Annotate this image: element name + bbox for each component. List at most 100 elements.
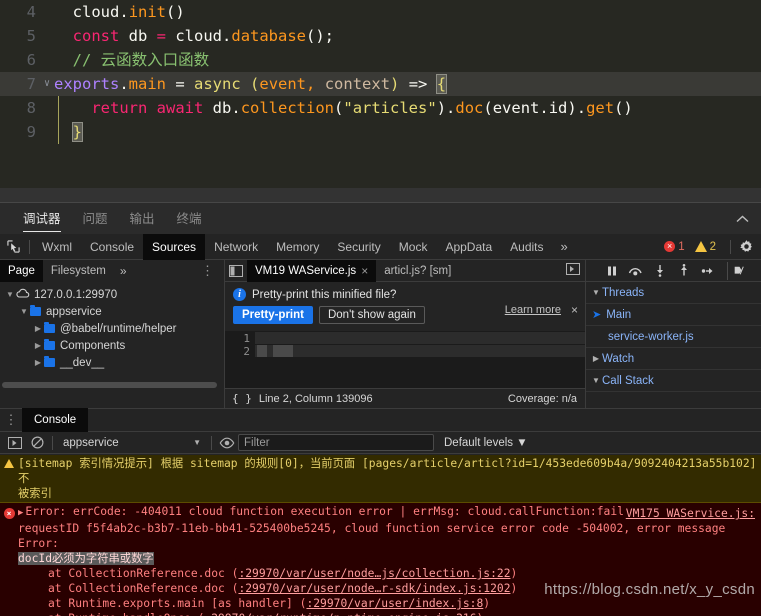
code-line[interactable]: 8 return await db.collection("articles")… [0, 96, 761, 120]
debugger-thread-main[interactable]: ➤ Main [586, 304, 761, 326]
navigator-menu-icon[interactable]: ⋮ [201, 264, 214, 277]
debugger-sections: ▼ Threads ➤ Main service-worker.js ▶ Watch ▼ Cal… [586, 282, 761, 392]
panel-tab-[interactable]: 输出 [119, 203, 166, 235]
chevron-down-icon[interactable]: ▼ [4, 290, 16, 299]
tab-label: articl.js? [sm] [384, 264, 452, 277]
step-out-icon[interactable] [675, 262, 693, 280]
devtools-tab-appdata[interactable]: AppData [436, 234, 501, 260]
step-over-icon[interactable] [627, 262, 645, 280]
code-line[interactable]: 4 cloud.init() [0, 0, 761, 24]
stack-frame-link[interactable]: :29970/var/user/index.js:8 [306, 597, 483, 610]
stack-frame-suffix: ) [483, 597, 491, 610]
minified-source-content[interactable]: 1 2 [225, 331, 585, 361]
line-number: 9 [26, 123, 36, 141]
tree-item[interactable]: ▼ appservice [0, 303, 224, 320]
code-token: await [156, 99, 204, 117]
file-tree[interactable]: ▼ 127.0.0.1:29970 ▼ appservice ▶ @babel/runti… [0, 282, 224, 371]
console-levels-select[interactable]: Default levels ▼ [444, 437, 528, 449]
pretty-print-button[interactable]: Pretty-print [233, 306, 313, 324]
devtools-tab-sources[interactable]: Sources [143, 233, 206, 260]
navigator-tab-filesystem[interactable]: Filesystem [43, 260, 114, 282]
fold-icon[interactable]: ∨ [40, 72, 54, 96]
label: Threads [602, 286, 645, 299]
source-tabs-overflow-icon[interactable] [566, 263, 585, 278]
sources-navigator: Page Filesystem » ⋮ ▼ 127.0.0.1:29970 ▼ apps… [0, 260, 225, 408]
step-into-icon[interactable] [651, 262, 669, 280]
source-tab-articl-js-sm[interactable]: articl.js? [sm] [376, 260, 459, 282]
source-code-lines [255, 331, 585, 361]
console-context-select[interactable]: appservice ▼ [57, 437, 207, 449]
line-number: 5 [26, 27, 36, 45]
clear-console-icon[interactable] [26, 433, 48, 453]
devtools-tab-audits[interactable]: Audits [501, 234, 552, 260]
panel-tab-[interactable]: 调试器 [12, 203, 72, 235]
chevron-right-icon[interactable]: ▶ [32, 358, 44, 367]
stack-frame-link[interactable]: :29970/var/runtime/n…ntime.engine.js:216 [204, 612, 476, 616]
expand-arrow-icon[interactable]: ▶ [18, 508, 23, 518]
chevron-down-icon[interactable]: ▼ [590, 376, 602, 385]
console-filter-input[interactable] [238, 434, 434, 451]
debugger-section-watch[interactable]: ▶ Watch [586, 348, 761, 370]
navigator-tab-page[interactable]: Page [0, 260, 43, 282]
chevron-right-icon[interactable]: ▶ [32, 341, 44, 350]
panel-tab-[interactable]: 问题 [72, 203, 119, 235]
format-icon[interactable]: { } [225, 392, 259, 405]
tab-label: Filesystem [50, 265, 106, 277]
stack-frame-link[interactable]: :29970/var/user/node…js/collection.js:22 [238, 567, 510, 580]
navigator-scrollbar[interactable] [0, 381, 224, 389]
gutter-line-2: 2 [243, 345, 250, 358]
step-icon[interactable] [699, 262, 717, 280]
learn-more-link[interactable]: Learn more [505, 304, 561, 316]
console-messages[interactable]: [sitemap 索引情况提示] 根据 sitemap 的规则[0]，当前页面 … [0, 455, 761, 616]
tree-item[interactable]: ▶ @babel/runtime/helper [0, 320, 224, 337]
error-badge[interactable]: × 1 2 [664, 241, 716, 253]
pause-icon[interactable] [603, 262, 621, 280]
code-editor[interactable]: 4 cloud.init() 5 const db = cloud.databas… [0, 0, 761, 188]
stack-frame-link[interactable]: :29970/var/user/node…r-sdk/index.js:1202 [238, 582, 510, 595]
drawer-menu-icon[interactable]: ⋮ [0, 413, 22, 426]
code-line[interactable]: 5 const db = cloud.database(); [0, 24, 761, 48]
close-icon[interactable]: × [571, 303, 578, 317]
code-line[interactable]: 7 ∨ exports.main = async (event, context) … [0, 72, 761, 96]
chevron-right-icon[interactable]: ▶ [32, 324, 44, 333]
code-line[interactable]: 6 // 云函数入口函数 [0, 48, 761, 72]
chevron-down-icon[interactable]: ▼ [590, 288, 602, 297]
devtools-more-tabs[interactable]: » [553, 239, 576, 254]
tab-label: Sources [152, 239, 197, 254]
panel-collapse-icon[interactable] [736, 212, 749, 225]
live-expression-icon[interactable] [216, 433, 238, 453]
tree-item[interactable]: ▶ __dev__ [0, 354, 224, 371]
code-line[interactable]: 9 } [0, 120, 761, 144]
debugger-section-call-stack[interactable]: ▼ Call Stack [586, 370, 761, 392]
tree-item[interactable]: ▶ Components [0, 337, 224, 354]
devtools-tab-network[interactable]: Network [205, 234, 267, 260]
error-source-link[interactable]: VM175 WAService.js: [626, 506, 755, 521]
deactivate-breakpoints-icon[interactable] [726, 261, 745, 280]
devtools-tab-wxml[interactable]: Wxml [33, 234, 81, 260]
tree-item[interactable]: ▼ 127.0.0.1:29970 [0, 286, 224, 303]
dont-show-again-button[interactable]: Don't show again [318, 306, 425, 324]
debugger-section-threads[interactable]: ▼ Threads [586, 282, 761, 304]
warning-count: 2 [709, 240, 716, 253]
code-text: const db = cloud.database(); [54, 24, 334, 48]
devtools-tab-mock[interactable]: Mock [390, 234, 437, 260]
gear-icon[interactable] [739, 239, 755, 255]
chevron-down-icon[interactable]: ▼ [18, 307, 30, 316]
close-icon[interactable]: × [361, 260, 368, 282]
chevron-right-icon[interactable]: ▶ [590, 354, 602, 363]
debugger-thread-service-worker-js[interactable]: service-worker.js [586, 326, 761, 348]
console-error-message[interactable]: × ▶ Error: errCode: -404011 cloud functio… [0, 503, 761, 616]
devtools-tab-console[interactable]: Console [81, 234, 143, 260]
execute-icon[interactable] [4, 433, 26, 453]
tab-label: Network [214, 239, 259, 254]
inspect-element-icon[interactable] [0, 234, 26, 260]
console-warning-message[interactable]: [sitemap 索引情况提示] 根据 sitemap 的规则[0]，当前页面 … [0, 455, 761, 503]
devtools-tab-security[interactable]: Security [328, 234, 389, 260]
panel-tab-[interactable]: 终端 [166, 203, 213, 235]
tab-console[interactable]: Console [22, 408, 89, 432]
collapse-sidebar-icon[interactable] [225, 264, 247, 277]
code-token: . [119, 75, 129, 93]
devtools-tab-memory[interactable]: Memory [267, 234, 328, 260]
navigator-more-tabs[interactable]: » [114, 264, 133, 278]
source-tab-vm19-waservice-js[interactable]: VM19 WAService.js × [247, 259, 377, 282]
